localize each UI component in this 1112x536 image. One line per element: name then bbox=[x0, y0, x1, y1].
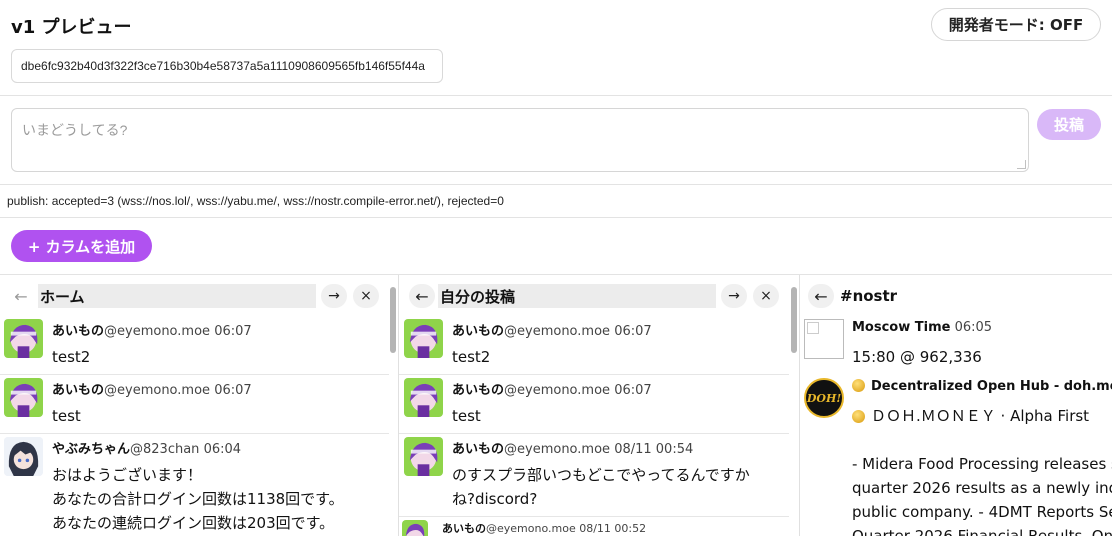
post-body: test bbox=[452, 407, 481, 425]
compose-placeholder: いまどうしてる? bbox=[22, 122, 128, 138]
column-home: ← ホーム → × あいもの@eyemono.moe 06:07 test2 あ… bbox=[0, 275, 389, 536]
list-item[interactable]: あいもの@eyemono.moe 06:07 test2 bbox=[399, 316, 789, 375]
dev-mode-toggle[interactable]: 開発者モード: OFF bbox=[931, 8, 1101, 41]
post-body-line: おはようございます！ bbox=[52, 466, 203, 484]
avatar[interactable] bbox=[404, 437, 443, 476]
list-item[interactable]: あいもの@eyemono.moe 06:07 test bbox=[399, 375, 789, 434]
post-body-line: quarter 2026 results as a newly inde bbox=[852, 479, 1112, 497]
move-right-icon[interactable]: → bbox=[721, 284, 747, 308]
list-item[interactable]: あいもの@eyemono.moe 06:07 test bbox=[0, 375, 389, 434]
move-left-icon[interactable]: ← bbox=[808, 284, 834, 308]
column-header: ← 自分の投稿 → × bbox=[399, 284, 789, 308]
post-button[interactable]: 投稿 bbox=[1037, 109, 1101, 140]
close-icon[interactable]: × bbox=[353, 284, 379, 308]
list-item[interactable]: あいもの@eyemono.moe 06:07 test2 bbox=[0, 316, 389, 375]
scrollbar[interactable] bbox=[390, 287, 396, 353]
post-meta: あいもの@eyemono.moe 06:07 bbox=[452, 383, 652, 398]
scrollbar[interactable] bbox=[791, 287, 797, 353]
post-meta: あいもの@eyemono.moe 08/11 00:54 bbox=[452, 442, 694, 457]
post-meta: あいもの@eyemono.moe 06:07 bbox=[452, 324, 652, 339]
column-title: 自分の投稿 bbox=[438, 284, 716, 308]
doh-logo[interactable]: DOH! bbox=[804, 378, 844, 418]
avatar[interactable] bbox=[4, 437, 43, 476]
post-meta: やぶみちゃん@823chan 06:04 bbox=[52, 442, 242, 457]
post-meta: Decentralized Open Hub - doh.money bbox=[852, 379, 1112, 394]
column-header: ← #nostr bbox=[800, 284, 1112, 308]
publish-status: publish: accepted=3 (wss://nos.lol/, wss… bbox=[7, 194, 504, 208]
avatar[interactable] bbox=[404, 378, 443, 417]
post-body-line: ＤＯＨ.ＭＯＮＥＹ · Alpha First bbox=[852, 404, 1089, 428]
column-title: #nostr bbox=[840, 287, 898, 305]
list-item[interactable]: DOH! Decentralized Open Hub - doh.money … bbox=[800, 375, 1112, 536]
coin-icon bbox=[852, 379, 865, 392]
compose-textarea[interactable]: いまどうしてる? bbox=[11, 108, 1029, 172]
page-title: v1 プレビュー bbox=[11, 17, 132, 38]
post-body: 15:80 @ 962,336 bbox=[852, 348, 982, 366]
column-title: ホーム bbox=[38, 284, 316, 308]
list-item[interactable]: やぶみちゃん@823chan 06:04 おはようございます！ あなたの合計ログ… bbox=[0, 434, 389, 536]
post-body: test2 bbox=[452, 348, 491, 366]
broken-image-icon bbox=[804, 319, 844, 359]
post-meta: あいもの@eyemono.moe 06:07 bbox=[52, 324, 252, 339]
avatar[interactable] bbox=[404, 319, 443, 358]
add-column-button[interactable]: + カラムを追加 bbox=[11, 230, 152, 262]
avatar[interactable] bbox=[4, 319, 43, 358]
post-meta: Moscow Time 06:05 bbox=[852, 320, 993, 335]
move-right-icon[interactable]: → bbox=[321, 284, 347, 308]
post-body-line: あなたの合計ログイン回数は1138回です。 bbox=[52, 490, 344, 508]
divider bbox=[0, 217, 1112, 218]
post-body-line: public company. - 4DMT Reports Se bbox=[852, 503, 1112, 521]
post-body: test bbox=[52, 407, 81, 425]
move-left-icon[interactable]: ← bbox=[8, 284, 34, 308]
post-body-line: - Midera Food Processing releases s bbox=[852, 455, 1112, 473]
post-meta: あいもの@eyemono.moe 06:07 bbox=[52, 383, 252, 398]
avatar[interactable] bbox=[4, 378, 43, 417]
list-item[interactable]: あいもの@eyemono.moe 08/11 00:54 のすスプラ部いつもどこ… bbox=[399, 434, 789, 517]
post-body: test2 bbox=[52, 348, 91, 366]
move-left-icon[interactable]: ← bbox=[409, 284, 435, 308]
close-icon[interactable]: × bbox=[753, 284, 779, 308]
column-hashtag-nostr: ← #nostr Moscow Time 06:05 15:80 @ 962,3… bbox=[800, 275, 1112, 536]
resize-handle-icon[interactable] bbox=[1017, 160, 1026, 169]
coin-icon bbox=[852, 410, 865, 423]
app-header: v1 プレビュー 開発者モード: OFF dbe6fc932b40d3f322f… bbox=[0, 0, 1112, 96]
post-meta: あいもの@eyemono.moe 08/11 00:52 bbox=[442, 522, 647, 535]
post-body-line: ね?discord? bbox=[452, 490, 538, 508]
divider bbox=[0, 184, 1112, 185]
column-my-posts: ← 自分の投稿 → × あいもの@eyemono.moe 06:07 test2… bbox=[399, 275, 789, 536]
list-item[interactable]: Moscow Time 06:05 15:80 @ 962,336 bbox=[800, 316, 1112, 375]
post-body-line: のすスプラ部いつもどこでやってるんですか bbox=[452, 466, 750, 484]
post-body-line: あなたの連続ログイン回数は203回です。 bbox=[52, 514, 335, 532]
post-body-line: Quarter 2026 Financial Results, One bbox=[852, 527, 1112, 536]
avatar[interactable] bbox=[402, 520, 428, 536]
list-item[interactable]: あいもの@eyemono.moe 08/11 00:52 bbox=[399, 517, 789, 536]
column-header: ← ホーム → × bbox=[0, 284, 389, 308]
pubkey-field[interactable]: dbe6fc932b40d3f322f3ce716b30b4e58737a5a1… bbox=[11, 49, 443, 83]
